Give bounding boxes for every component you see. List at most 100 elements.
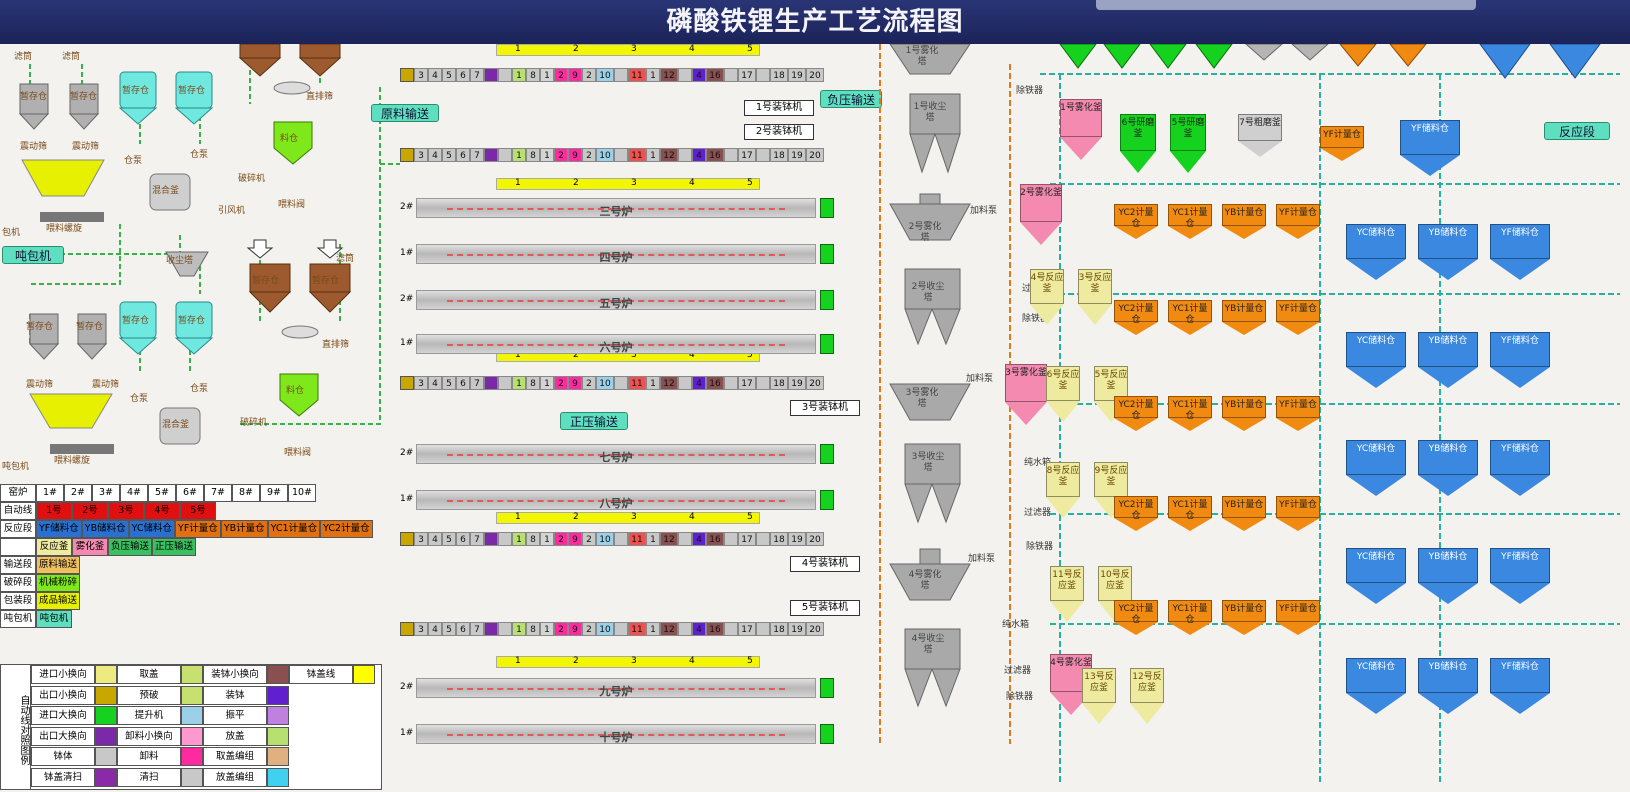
furnace-5[interactable]: 2# 五号炉 [400,290,840,312]
conveyor-cell[interactable]: 11 [628,148,646,162]
furnace-6[interactable]: 1# 六号炉 [400,334,840,356]
conveyor-cell[interactable]: 5 [442,148,456,162]
storage-bin[interactable]: YF储料仓 [1490,548,1550,604]
conveyor-cell[interactable]: 2 [554,376,568,390]
status-cell[interactable]: 正压输送 [152,538,197,556]
conveyor-cell[interactable]: 18 [770,68,788,82]
storage-bin[interactable]: YC储料仓 [1346,658,1406,714]
conveyor-cell[interactable]: 19 [788,148,806,162]
conveyor-cell[interactable]: 12 [660,148,678,162]
status-cell[interactable]: 雾化釜 [72,538,108,556]
atomizer-kettle[interactable]: 1号雾化釜 [1060,99,1102,161]
conveyor-cell[interactable]: 19 [788,622,806,636]
conveyor-cell[interactable]: 12 [660,622,678,636]
conveyor-cell[interactable]: 1 [512,148,526,162]
furnace-4[interactable]: 1# 四号炉 [400,244,840,266]
meter-bin[interactable]: YC2计量仓 [1114,204,1158,240]
conveyor-cell[interactable]: 7 [470,68,484,82]
conveyor-cell[interactable]: 8 [526,622,540,636]
conveyor-cell[interactable]: 4 [428,622,442,636]
meter-bin[interactable]: YC1计量仓 [1168,600,1212,636]
loader-4[interactable]: 4号装钵机 [790,556,860,572]
conveyor-cell[interactable]: 17 [738,68,756,82]
conveyor-cell[interactable]: 16 [706,376,724,390]
conveyor-cell[interactable] [756,532,770,546]
conveyor-cell[interactable]: 18 [770,148,788,162]
conveyor-cell[interactable]: 9 [568,532,582,546]
status-cell[interactable]: 5号 [180,502,216,520]
conveyor-cell[interactable] [678,68,692,82]
conveyor-cell[interactable]: 19 [788,376,806,390]
status-cell[interactable]: 负压输送 [108,538,153,556]
conveyor-cell[interactable]: 1 [512,68,526,82]
meter-bin[interactable]: YB计量仓 [1222,204,1266,240]
meter-bin[interactable]: YC2计量仓 [1114,396,1158,432]
conveyor-cell[interactable]: 1 [646,148,660,162]
conveyor-cell[interactable]: 4 [692,622,706,636]
meter-bin[interactable]: YB计量仓 [1222,396,1266,432]
conveyor-cell[interactable]: 10 [596,148,614,162]
conveyor-cell[interactable] [724,532,738,546]
conveyor-cell[interactable] [678,532,692,546]
status-cell[interactable]: YB储料仓 [81,520,129,538]
reaction-kettle[interactable]: 3号反应釜 [1078,269,1112,325]
conveyor-cell[interactable]: 4 [692,532,706,546]
status-cell[interactable]: 3号 [108,502,144,520]
conveyor-cell[interactable]: 3 [414,376,428,390]
conveyor-cell[interactable]: 3 [414,622,428,636]
status-cell[interactable]: 原料输送 [36,556,81,574]
status-cell[interactable]: 吨包机 [36,610,72,628]
furnace-3[interactable]: 2# 三号炉 [400,198,840,220]
conveyor-cell[interactable]: 1 [646,622,660,636]
storage-bin[interactable]: YC储料仓 [1346,224,1406,280]
conveyor-cell[interactable]: 1 [646,68,660,82]
conveyor-cell[interactable]: 9 [568,148,582,162]
conveyor-cell[interactable]: 10 [596,68,614,82]
conveyor-cell[interactable]: 18 [770,532,788,546]
storage-bin[interactable]: YB储料仓 [1418,440,1478,496]
conveyor-cell[interactable]: 7 [470,148,484,162]
conveyor-cell[interactable]: 10 [596,376,614,390]
status-cell[interactable]: 4号 [144,502,180,520]
conveyor-cell[interactable]: 6 [456,148,470,162]
conveyor-cell[interactable]: 1 [540,376,554,390]
conveyor-cell[interactable]: 7 [470,622,484,636]
conveyor-cell[interactable]: 10 [596,532,614,546]
meter-bin[interactable]: YC2计量仓 [1114,496,1158,532]
storage-bin[interactable]: YB储料仓 [1418,224,1478,280]
reaction-kettle[interactable]: 12号反应釜 [1130,668,1164,724]
atomizer-kettle[interactable]: 3号雾化釜 [1005,364,1047,426]
conveyor-cell[interactable]: 10 [596,622,614,636]
conveyor-cell[interactable] [756,148,770,162]
conveyor-cell[interactable]: 1 [512,532,526,546]
meter-bin[interactable]: YC1计量仓 [1168,204,1212,240]
loader-1[interactable]: 1号装钵机 [744,100,814,116]
meter-bin[interactable]: YC2计量仓 [1114,300,1158,336]
conveyor-cell[interactable]: 3 [414,532,428,546]
conveyor-cell[interactable]: 8 [526,68,540,82]
meter-bin[interactable]: YF计量仓 [1276,300,1320,336]
storage-bin[interactable]: YC储料仓 [1346,332,1406,388]
conveyor-cell[interactable]: 16 [706,622,724,636]
status-cell[interactable]: 1号 [36,502,72,520]
conveyor-cell[interactable]: 18 [770,622,788,636]
conveyor-cell[interactable]: 2 [582,68,596,82]
conveyor-cell[interactable]: 1 [540,68,554,82]
conveyor-cell[interactable]: 2 [582,376,596,390]
status-cell[interactable]: 2号 [72,502,108,520]
conveyor-cell[interactable] [614,622,628,636]
storage-bin[interactable]: YC储料仓 [1346,440,1406,496]
storage-bin[interactable]: YF储料仓 [1400,120,1460,176]
conveyor-cell[interactable]: 16 [706,148,724,162]
meter-bin[interactable]: YF计量仓 [1276,204,1320,240]
conveyor-cell[interactable]: 2 [554,532,568,546]
atomizer-kettle[interactable]: 2号雾化釜 [1020,184,1062,246]
storage-bin[interactable]: YF储料仓 [1490,224,1550,280]
conveyor-cell[interactable]: 2 [582,148,596,162]
meter-bin[interactable]: YC2计量仓 [1114,600,1158,636]
conveyor-cell[interactable]: 20 [806,376,824,390]
status-cell[interactable]: YC储料仓 [128,520,176,538]
conveyor-cell[interactable]: 16 [706,532,724,546]
furnace-8[interactable]: 1# 八号炉 [400,490,840,512]
furnace-9[interactable]: 2# 九号炉 [400,678,840,700]
